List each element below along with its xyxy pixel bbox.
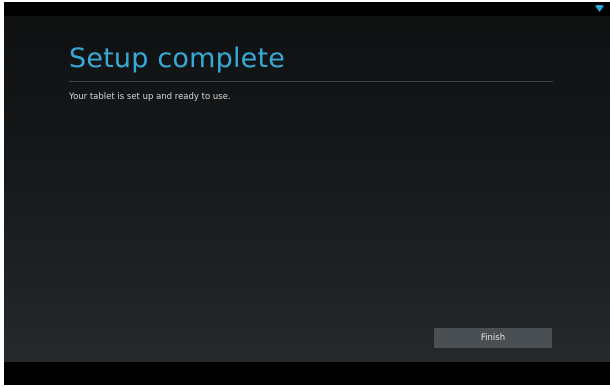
setup-complete-panel: Setup complete Your tablet is set up and… xyxy=(4,16,610,362)
tablet-screen: Setup complete Your tablet is set up and… xyxy=(4,2,610,385)
screenshot-frame: Setup complete Your tablet is set up and… xyxy=(0,0,610,387)
title-divider xyxy=(69,81,553,82)
page-title: Setup complete xyxy=(69,43,286,74)
status-bar xyxy=(4,2,610,16)
setup-message: Your tablet is set up and ready to use. xyxy=(69,92,231,102)
wifi-icon xyxy=(595,5,604,12)
finish-button[interactable]: Finish xyxy=(434,328,552,348)
navigation-bar xyxy=(4,362,610,385)
